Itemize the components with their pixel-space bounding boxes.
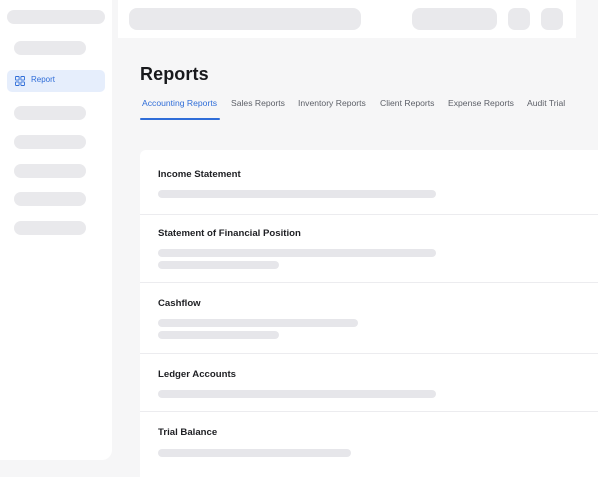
text-placeholder bbox=[158, 261, 279, 269]
section-title-ledger-accounts[interactable]: Ledger Accounts bbox=[158, 369, 236, 380]
sidebar-logo-placeholder bbox=[7, 10, 105, 24]
sidebar-item-placeholder[interactable] bbox=[14, 106, 86, 120]
topbar-icon-placeholder[interactable] bbox=[508, 8, 530, 30]
tab-expense-reports[interactable]: Expense Reports bbox=[448, 98, 514, 108]
grid-icon bbox=[15, 76, 25, 86]
text-placeholder bbox=[158, 319, 358, 327]
search-placeholder[interactable] bbox=[129, 8, 361, 30]
sidebar: Report bbox=[0, 0, 112, 460]
sidebar-item-placeholder[interactable] bbox=[14, 221, 86, 235]
top-bar bbox=[118, 0, 576, 38]
tab-audit-trial[interactable]: Audit Trial bbox=[527, 98, 565, 108]
text-placeholder bbox=[158, 390, 436, 398]
sidebar-item-placeholder[interactable] bbox=[14, 135, 86, 149]
text-placeholder bbox=[158, 331, 279, 339]
sidebar-item-placeholder[interactable] bbox=[14, 41, 86, 55]
section-title-income-statement[interactable]: Income Statement bbox=[158, 169, 241, 180]
divider bbox=[140, 282, 598, 283]
topbar-icon-placeholder[interactable] bbox=[541, 8, 563, 30]
page-title: Reports bbox=[140, 64, 209, 84]
text-placeholder bbox=[158, 449, 351, 457]
sidebar-item-report[interactable]: Report bbox=[7, 70, 105, 92]
tab-inventory-reports[interactable]: Inventory Reports bbox=[298, 98, 366, 108]
sidebar-item-label: Report bbox=[31, 75, 56, 84]
divider bbox=[140, 353, 598, 354]
tab-sales-reports[interactable]: Sales Reports bbox=[231, 98, 285, 108]
divider bbox=[140, 214, 598, 215]
sidebar-item-placeholder[interactable] bbox=[14, 192, 86, 206]
section-title-cashflow[interactable]: Cashflow bbox=[158, 298, 201, 309]
text-placeholder bbox=[158, 249, 436, 257]
active-tab-indicator bbox=[140, 118, 220, 120]
topbar-action-placeholder[interactable] bbox=[412, 8, 497, 30]
tab-client-reports[interactable]: Client Reports bbox=[380, 98, 434, 108]
text-placeholder bbox=[158, 190, 436, 198]
tab-accounting-reports[interactable]: Accounting Reports bbox=[142, 98, 217, 108]
section-title-financial-position[interactable]: Statement of Financial Position bbox=[158, 228, 301, 239]
divider bbox=[140, 411, 598, 412]
section-title-trial-balance[interactable]: Trial Balance bbox=[158, 427, 217, 438]
sidebar-item-placeholder[interactable] bbox=[14, 164, 86, 178]
